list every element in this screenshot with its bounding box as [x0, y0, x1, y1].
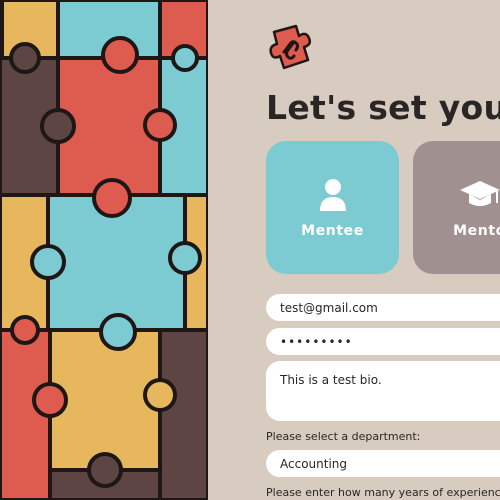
- puzzle-knob: [10, 315, 40, 345]
- email-field[interactable]: [266, 294, 500, 321]
- department-label: Please select a department:: [266, 430, 421, 443]
- puzzle-knob: [92, 178, 132, 218]
- user-icon: [319, 178, 346, 211]
- puzzle-knob: [40, 108, 76, 144]
- puzzle-knob: [171, 44, 199, 72]
- setup-panel: Let's set you Mentee Mento This is a tes…: [208, 0, 500, 500]
- puzzle-knob: [101, 36, 139, 74]
- puzzle-knob: [143, 108, 177, 142]
- puzzle-illustration: [0, 0, 208, 500]
- mentor-label: Mento: [453, 222, 500, 239]
- puzzle-knob: [9, 42, 41, 74]
- graduation-cap-icon: [459, 180, 500, 206]
- puzzle-piece: [158, 328, 208, 500]
- department-value: Accounting: [280, 456, 348, 471]
- experience-label: Please enter how many years of experienc…: [266, 486, 500, 499]
- password-field[interactable]: [266, 328, 500, 355]
- department-select[interactable]: Accounting: [266, 450, 500, 477]
- puzzle-knob: [143, 378, 177, 412]
- puzzle-knob: [168, 241, 202, 275]
- puzzle-knob: [32, 382, 68, 418]
- bio-field[interactable]: This is a test bio.: [266, 361, 500, 421]
- puzzle-knob: [30, 244, 66, 280]
- mentee-role-button[interactable]: Mentee: [266, 141, 399, 274]
- puzzle-knob: [87, 452, 123, 488]
- mentee-label: Mentee: [301, 222, 364, 239]
- mentor-role-button[interactable]: Mento: [413, 141, 500, 274]
- puzzle-link-icon: [269, 24, 312, 70]
- puzzle-knob: [99, 313, 137, 351]
- page-title: Let's set you: [266, 88, 500, 127]
